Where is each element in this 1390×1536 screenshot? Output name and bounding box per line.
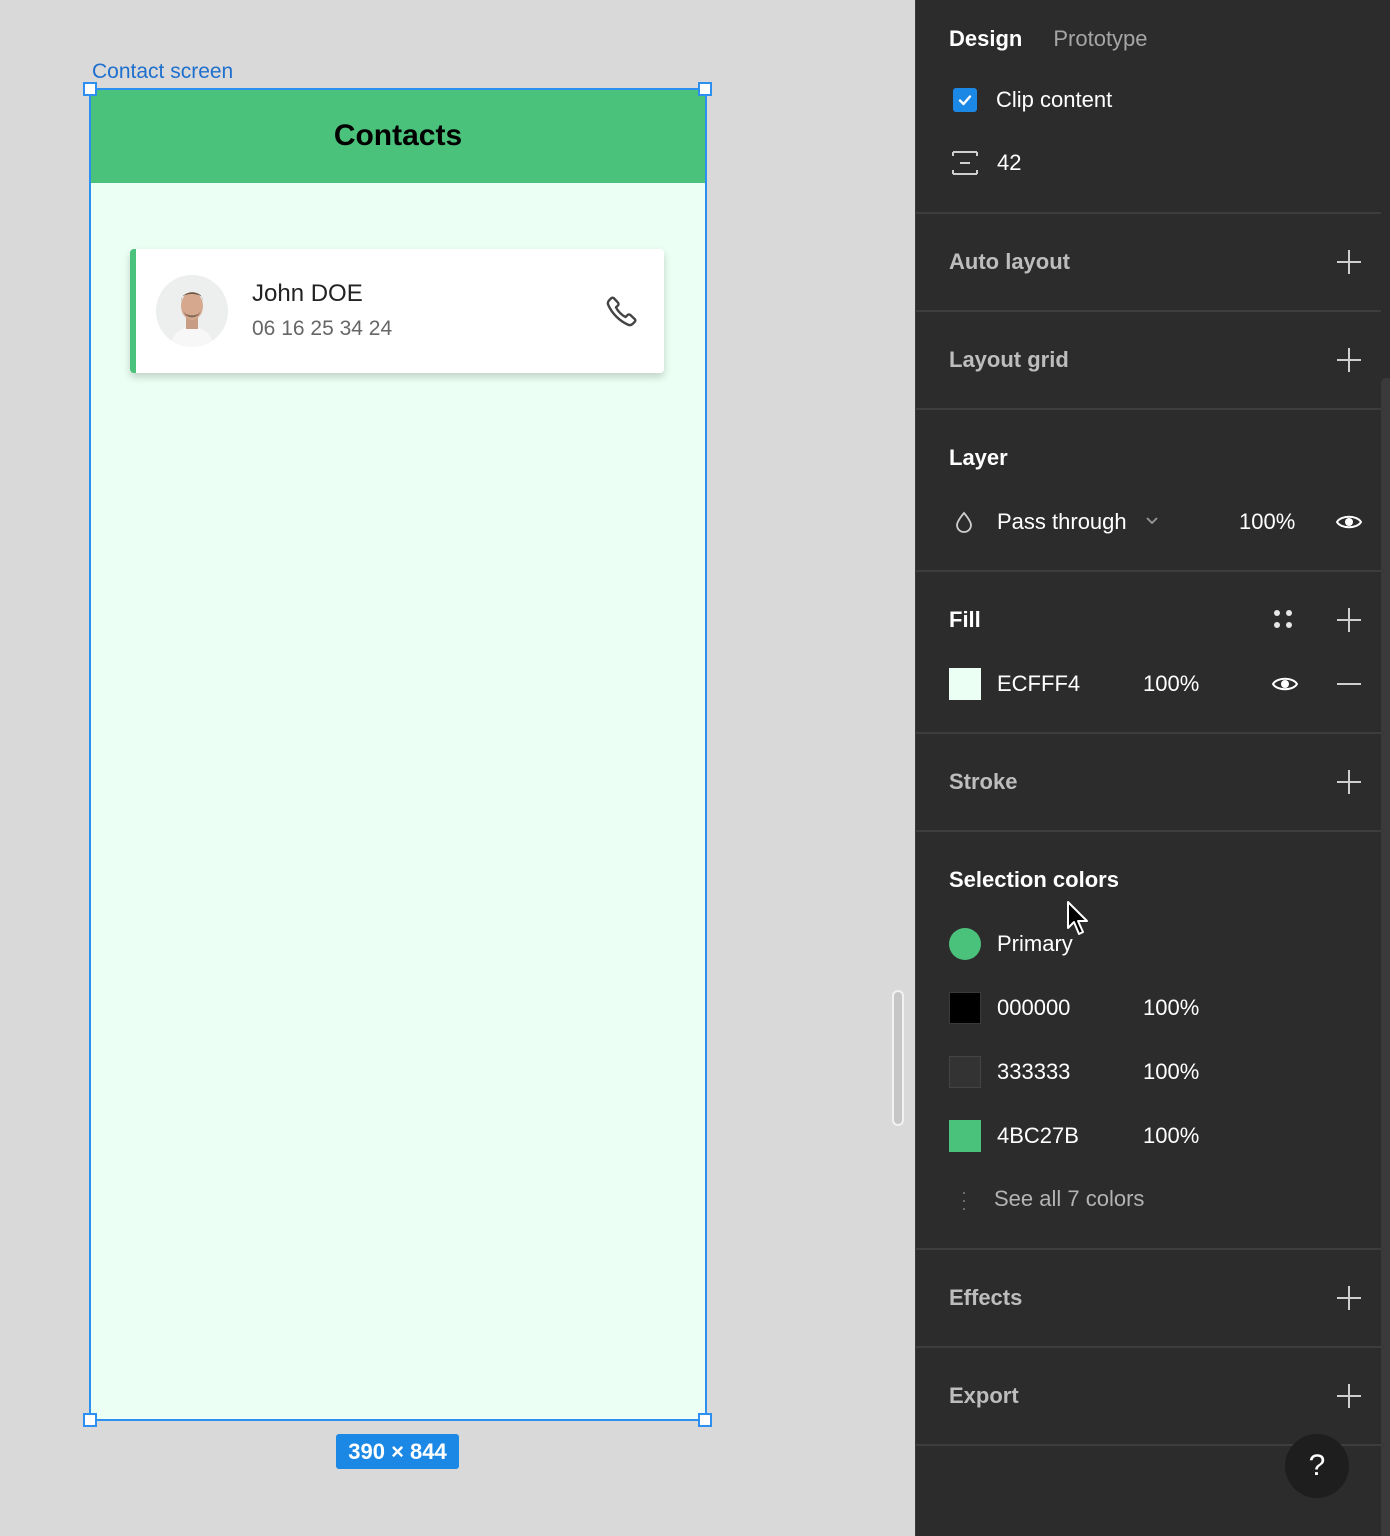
- properties-panel: Design Prototype Clip content 42 Auto la…: [915, 0, 1390, 1536]
- section-selection-colors: Selection colors: [949, 867, 1119, 892]
- remove-fill-button[interactable]: [1337, 683, 1361, 685]
- section-stroke: Stroke: [949, 769, 1018, 794]
- panel-scrollbar[interactable]: [1381, 378, 1390, 1536]
- canvas-scrollbar[interactable]: [892, 990, 904, 1126]
- primary-color-swatch[interactable]: [949, 928, 981, 960]
- section-effects: Effects: [949, 1285, 1023, 1310]
- color-swatch-333333[interactable]: [949, 1056, 981, 1088]
- divider: [916, 1248, 1381, 1250]
- eye-icon[interactable]: [1271, 674, 1299, 694]
- add-effect-button[interactable]: [1337, 1286, 1361, 1310]
- tab-prototype[interactable]: Prototype: [1053, 26, 1147, 52]
- contact-card[interactable]: John DOE 06 16 25 34 24: [130, 249, 664, 373]
- avatar-photo: [156, 275, 228, 347]
- eye-icon[interactable]: [1335, 512, 1363, 532]
- add-fill-button[interactable]: [1337, 608, 1361, 632]
- app-header-bar[interactable]: Contacts: [90, 89, 706, 183]
- divider: [916, 732, 1381, 734]
- spacing-value[interactable]: 42: [997, 150, 1021, 176]
- frame-size-badge: 390 × 844: [336, 1434, 459, 1469]
- color-hex-value[interactable]: 4BC27B: [997, 1123, 1079, 1149]
- divider: [916, 408, 1381, 410]
- divider: [916, 1346, 1381, 1348]
- design-canvas[interactable]: Contact screen Contacts John DOE 06 16 2…: [0, 0, 915, 1536]
- spacing-row[interactable]: 42: [952, 150, 1021, 176]
- app-title: Contacts: [333, 119, 463, 152]
- color-swatch-000000[interactable]: [949, 992, 981, 1024]
- blend-mode-select[interactable]: Pass through: [997, 509, 1127, 535]
- contact-screen-frame[interactable]: Contacts John DOE 06 16 25 34 24: [90, 89, 706, 1420]
- section-auto-layout: Auto layout: [949, 249, 1070, 274]
- tab-design[interactable]: Design: [949, 26, 1022, 52]
- layer-opacity[interactable]: 100%: [1239, 509, 1295, 535]
- color-opacity[interactable]: 100%: [1143, 1123, 1199, 1149]
- mouse-cursor-icon: [1067, 901, 1088, 935]
- contact-phone-number: 06 16 25 34 24: [252, 317, 393, 340]
- frame-name-label[interactable]: Contact screen: [92, 60, 233, 84]
- color-opacity[interactable]: 100%: [1143, 995, 1199, 1021]
- clip-content-label: Clip content: [996, 87, 1113, 112]
- more-colors-icon: [963, 1192, 965, 1210]
- panel-tabs: Design Prototype: [949, 26, 1148, 52]
- add-stroke-button[interactable]: [1337, 770, 1361, 794]
- fill-opacity[interactable]: 100%: [1143, 671, 1199, 697]
- fill-color-swatch[interactable]: [949, 668, 981, 700]
- clip-content-checkbox[interactable]: [953, 88, 977, 112]
- divider: [916, 212, 1381, 214]
- help-button[interactable]: ?: [1285, 1434, 1349, 1498]
- style-grid-icon[interactable]: [1274, 610, 1296, 632]
- divider: [916, 830, 1381, 832]
- divider: [916, 310, 1381, 312]
- color-swatch-4bc27b[interactable]: [949, 1120, 981, 1152]
- chevron-down-icon[interactable]: [1145, 516, 1159, 526]
- phone-icon[interactable]: [604, 293, 640, 329]
- resize-handle-top-left[interactable]: [83, 82, 97, 96]
- resize-handle-bottom-right[interactable]: [698, 1413, 712, 1427]
- primary-color-label[interactable]: Primary: [997, 931, 1073, 957]
- divider: [916, 570, 1381, 572]
- add-auto-layout-button[interactable]: [1337, 250, 1361, 274]
- resize-handle-top-right[interactable]: [698, 82, 712, 96]
- color-hex-value[interactable]: 333333: [997, 1059, 1070, 1085]
- spacing-icon: [952, 151, 978, 175]
- section-layer: Layer: [949, 445, 1008, 470]
- section-export: Export: [949, 1383, 1019, 1408]
- contact-name: John DOE: [252, 280, 363, 307]
- checkmark-icon: [958, 95, 972, 106]
- section-fill: Fill: [949, 607, 981, 632]
- add-layout-grid-button[interactable]: [1337, 348, 1361, 372]
- section-layout-grid: Layout grid: [949, 347, 1069, 372]
- color-hex-value[interactable]: 000000: [997, 995, 1070, 1021]
- resize-handle-bottom-left[interactable]: [83, 1413, 97, 1427]
- fill-hex-value[interactable]: ECFFF4: [997, 671, 1080, 697]
- clip-content-row[interactable]: Clip content: [953, 87, 1112, 113]
- add-export-button[interactable]: [1337, 1384, 1361, 1408]
- color-opacity[interactable]: 100%: [1143, 1059, 1199, 1085]
- drop-icon: [956, 511, 972, 533]
- see-all-colors-link[interactable]: See all 7 colors: [994, 1186, 1144, 1212]
